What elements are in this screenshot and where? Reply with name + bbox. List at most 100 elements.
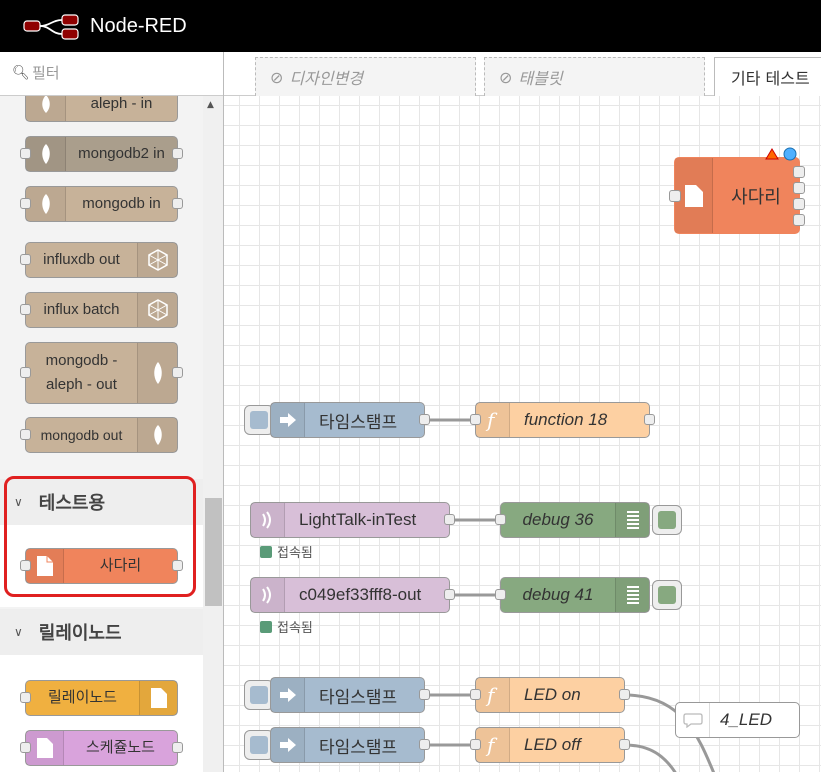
leaf-icon (153, 425, 162, 445)
tab-label: 기타 테스트 (731, 69, 810, 88)
file-icon (684, 184, 703, 207)
inject-node-1[interactable]: 타임스탬프 (270, 402, 430, 438)
file-icon (36, 556, 53, 576)
inject-node-2[interactable]: 타임스탬프 (270, 677, 430, 713)
palette-scrollbar[interactable] (203, 96, 223, 772)
influxdb-icon (147, 299, 168, 321)
palette-node[interactable]: mongodb out (20, 417, 178, 453)
category-header-test[interactable]: ∨ 테스트용 (0, 479, 204, 525)
palette-node-label: mongodb - aleph - out (45, 352, 118, 393)
tab-other-test[interactable]: 기타 테스트 (714, 57, 821, 96)
palette-node-label: mongodb2 in (78, 145, 165, 162)
leaf-icon (41, 194, 50, 214)
warning-icon (765, 148, 779, 160)
tab-label: 디자인변경 (289, 69, 364, 88)
output-port (793, 198, 805, 210)
output-port (172, 198, 183, 209)
flow-workspace[interactable]: 사다리 타임스탬프 f function 18 LightTalk-inTest… (224, 96, 821, 772)
inject-arrow-icon (279, 413, 296, 427)
palette-node[interactable]: mongodb2 in (20, 136, 183, 172)
palette-node[interactable]: 스케쥴노드 (20, 730, 183, 766)
status-text: 접속됨 (277, 621, 313, 636)
status-dot-icon (260, 545, 272, 558)
palette-node-label: mongodb in (82, 195, 161, 212)
app-header: Node-RED (0, 0, 821, 52)
palette-node[interactable]: mongodb - aleph - out (20, 342, 183, 404)
input-port (20, 304, 31, 315)
leaf-icon (41, 96, 50, 113)
input-port (470, 739, 481, 750)
palette-node[interactable]: influx batch (20, 292, 178, 328)
comment-node[interactable]: 4_LED (675, 702, 800, 738)
tab-tablet[interactable]: ⊘ 태블릿 (484, 57, 705, 96)
input-port (20, 254, 31, 265)
websocket-in-node-lighttalk[interactable]: LightTalk-inTest (250, 502, 455, 538)
websocket-node-label: c049ef33fff8-out (299, 585, 422, 604)
node-status: 접속됨 (260, 542, 313, 561)
palette-node[interactable]: mongodb in (20, 186, 183, 222)
output-port (419, 739, 430, 750)
palette-node[interactable]: influxdb out (20, 242, 178, 278)
input-port (495, 589, 506, 600)
app-title: Node-RED (90, 15, 187, 37)
function-node-led-on[interactable]: f LED on (470, 677, 630, 713)
scroll-up-arrow-icon[interactable]: ▲ (207, 100, 214, 110)
websocket-icon (261, 511, 271, 529)
inject-node-label: 타임스탬프 (319, 412, 398, 432)
input-port (20, 560, 31, 571)
output-port (793, 182, 805, 194)
function-icon: f (485, 683, 498, 707)
palette-node[interactable]: 사다리 (20, 548, 183, 584)
disabled-icon: ⊘ (270, 67, 284, 87)
debug-node-41[interactable]: debug 41 (495, 577, 650, 613)
palette-node-label: influxdb out (43, 251, 120, 268)
influxdb-icon (147, 249, 168, 271)
debug-toggle-button[interactable] (652, 505, 682, 535)
output-port (419, 414, 430, 425)
palette-node[interactable]: 릴레이노드 (20, 680, 178, 716)
function-icon: f (485, 408, 498, 432)
inject-node-3[interactable]: 타임스탬프 (270, 727, 430, 763)
status-text: 접속됨 (277, 546, 313, 561)
node-red-logo-icon (23, 14, 79, 40)
function-node-18[interactable]: f function 18 (470, 402, 655, 438)
sadari-node[interactable]: 사다리 (669, 157, 805, 234)
search-icon: 🔍︎ (12, 65, 30, 81)
output-port (172, 148, 183, 159)
websocket-out-node-c049[interactable]: c049ef33fff8-out (250, 577, 455, 613)
palette-node[interactable]: aleph - in (25, 96, 178, 122)
debug-list-icon (626, 511, 639, 529)
output-port (793, 214, 805, 226)
output-port (619, 689, 630, 700)
palette-filter[interactable]: 🔍︎ 필터 (0, 52, 223, 96)
output-port (172, 560, 183, 571)
file-icon (36, 738, 53, 758)
output-port (172, 367, 183, 378)
input-port (20, 692, 31, 703)
workspace-tabs: ⊘ 디자인변경 ⊘ 태블릿 기타 테스트 (224, 52, 821, 96)
sadari-node-label: 사다리 (731, 186, 781, 207)
function-node-label: LED on (524, 685, 581, 704)
palette-scroll-thumb[interactable] (205, 498, 222, 606)
category-header-relay[interactable]: ∨ 릴레이노드 (0, 609, 204, 655)
function-node-led-off[interactable]: f LED off (470, 727, 630, 763)
tab-design-change[interactable]: ⊘ 디자인변경 (255, 57, 476, 96)
debug-node-label: debug 41 (522, 585, 594, 604)
palette-node-label: aleph - in (90, 96, 153, 112)
input-port (669, 190, 681, 202)
output-port (793, 166, 805, 178)
inject-arrow-icon (279, 688, 296, 702)
output-port (172, 742, 183, 753)
output-port (419, 689, 430, 700)
function-node-label: LED off (524, 735, 581, 754)
websocket-icon (261, 586, 271, 604)
input-port (495, 514, 506, 525)
input-port (20, 148, 31, 159)
filter-input[interactable]: 필터 (32, 62, 60, 83)
debug-node-36[interactable]: debug 36 (495, 502, 650, 538)
category-title: 테스트용 (38, 493, 106, 514)
input-port (20, 429, 31, 440)
svg-text:f: f (485, 733, 498, 757)
debug-toggle-button[interactable] (652, 580, 682, 610)
disabled-icon: ⊘ (499, 67, 513, 87)
